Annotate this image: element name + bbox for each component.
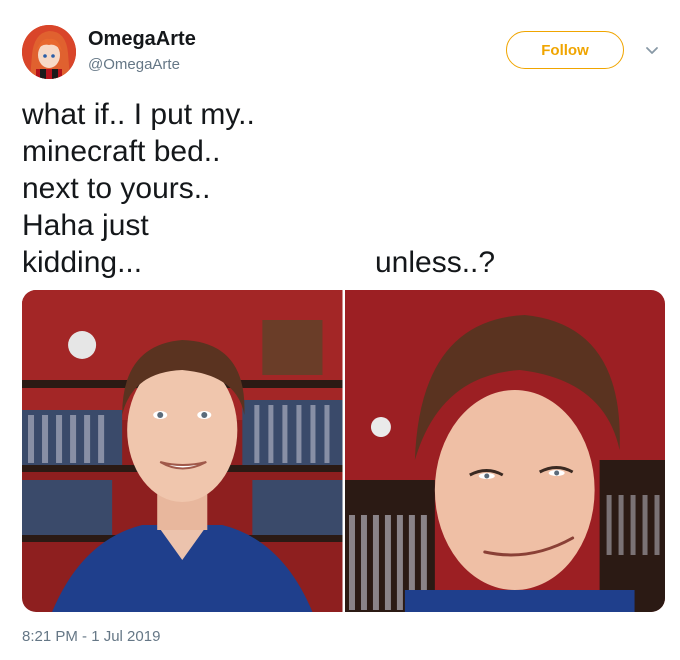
smiling-man-photo[interactable] (22, 290, 343, 612)
tweet-aside: unless..? (375, 246, 496, 279)
tweet-line: minecraft bed.. (22, 135, 221, 168)
follow-button[interactable]: Follow (506, 31, 624, 69)
smirking-man-photo[interactable] (344, 290, 665, 612)
chevron-down-icon[interactable] (643, 42, 661, 60)
tweet-line: next to yours.. (22, 172, 211, 205)
tweet-timestamp[interactable]: 8:21 PM - 1 Jul 2019 (22, 628, 160, 645)
author-display-name[interactable]: OmegaArte (88, 28, 196, 51)
author-handle[interactable]: @OmegaArte (88, 56, 180, 73)
anime-avatar-icon (22, 25, 76, 79)
tweet-line: what if.. I put my.. (22, 98, 255, 131)
tweet-line: Haha just (22, 209, 149, 242)
author-avatar[interactable] (22, 25, 76, 79)
tweet-media (22, 290, 665, 612)
